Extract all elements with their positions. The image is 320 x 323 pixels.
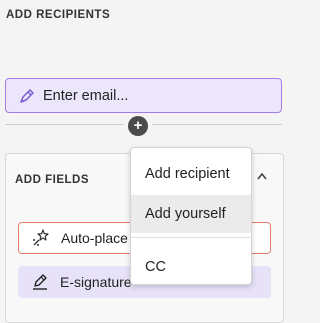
field-label: Auto-place xyxy=(61,230,128,246)
add-recipient-button[interactable]: + xyxy=(128,116,148,136)
menu-item-cc[interactable]: CC xyxy=(131,248,251,286)
menu-item-add-recipient[interactable]: Add recipient xyxy=(131,155,251,193)
auto-place-icon xyxy=(33,229,49,246)
add-fields-title: ADD FIELDS xyxy=(15,174,89,186)
add-recipients-title: ADD RECIPIENTS xyxy=(6,9,111,21)
field-label: E-signature xyxy=(60,274,132,290)
signature-icon xyxy=(33,274,47,290)
divider-left xyxy=(5,124,124,125)
menu-item-add-yourself[interactable]: Add yourself xyxy=(131,195,251,233)
pen-icon xyxy=(20,88,34,103)
divider-right xyxy=(152,124,282,125)
chevron-up-icon[interactable] xyxy=(257,172,267,180)
add-recipient-menu: Add recipient Add yourself CC xyxy=(130,147,252,285)
menu-divider xyxy=(131,237,251,238)
email-input[interactable] xyxy=(43,87,263,104)
email-field-container[interactable] xyxy=(5,78,282,113)
plus-circle-icon: + xyxy=(133,117,143,134)
